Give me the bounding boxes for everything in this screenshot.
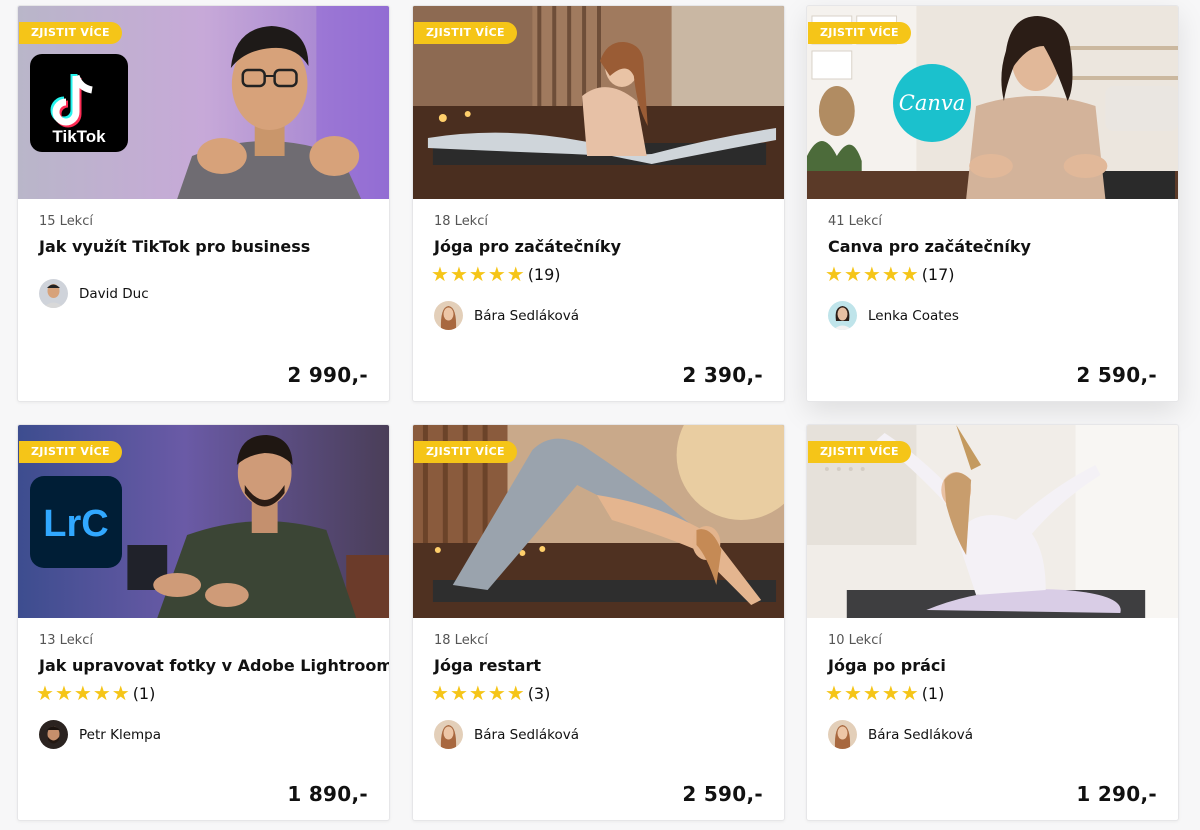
course-title[interactable]: Jak upravovat fotky v Adobe Lightroom — [39, 656, 389, 675]
course-price: 2 590,- — [682, 782, 763, 806]
star-icon: ★ — [487, 681, 506, 705]
canva-logo-icon: Canva — [893, 64, 971, 142]
author-name: Bára Sedláková — [868, 726, 973, 743]
star-icon: ★ — [843, 262, 862, 286]
course-title[interactable]: Jak využít TikTok pro business — [39, 237, 310, 256]
star-icon: ★ — [825, 681, 843, 705]
lesson-count: 18 Lekcí — [434, 214, 488, 229]
star-icon: ★ — [506, 262, 525, 286]
course-author: Lenka Coates — [828, 301, 959, 330]
course-title[interactable]: Jóga restart — [434, 656, 541, 675]
course-card[interactable]: TikTok ZJISTIT VÍCE 15 Lekcí Jak využít … — [17, 5, 390, 402]
course-price: 2 590,- — [1076, 363, 1157, 387]
star-icon: ★ — [468, 681, 487, 705]
course-author: David Duc — [39, 279, 149, 308]
course-title[interactable]: Canva pro začátečníky — [828, 237, 1031, 256]
author-name: Petr Klempa — [79, 726, 162, 743]
course-price: 1 290,- — [1076, 782, 1157, 806]
learn-more-badge[interactable]: ZJISTIT VÍCE — [19, 441, 122, 463]
star-rating: ★ ★ ★ ★ ★ (1) — [825, 683, 944, 703]
learn-more-badge[interactable]: ZJISTIT VÍCE — [414, 22, 517, 44]
avatar — [828, 720, 857, 749]
star-rating: ★ ★ ★ ★ ★ (19) — [431, 264, 561, 284]
course-title[interactable]: Jóga pro začátečníky — [434, 237, 621, 256]
lesson-count: 18 Lekcí — [434, 633, 488, 648]
author-name: Bára Sedláková — [474, 726, 579, 743]
learn-more-badge[interactable]: ZJISTIT VÍCE — [19, 22, 122, 44]
star-icon: ★ — [36, 681, 54, 705]
canva-logo-text: Canva — [899, 91, 966, 115]
star-icon: ★ — [54, 681, 73, 705]
star-icon: ★ — [92, 681, 111, 705]
author-name: David Duc — [79, 285, 149, 302]
star-icon: ★ — [431, 262, 449, 286]
star-icon: ★ — [843, 681, 862, 705]
rating-count: (19) — [527, 264, 561, 284]
star-icon: ★ — [825, 262, 843, 286]
avatar — [39, 279, 68, 308]
star-icon: ★ — [449, 262, 468, 286]
course-card[interactable]: ZJISTIT VÍCE 10 Lekcí Jóga po práci ★ ★ ★ ★… — [806, 424, 1179, 821]
course-card[interactable]: Adobe LrC ZJISTIT VÍCE 13 Lekcí Jak upra… — [17, 424, 390, 821]
star-icon: ★ — [73, 681, 92, 705]
lesson-count: 15 Lekcí — [39, 214, 93, 229]
avatar — [434, 301, 463, 330]
course-card[interactable]: ZJISTIT VÍCE 18 Lekcí Jóga pro začáteční… — [412, 5, 785, 402]
star-icon: ★ — [506, 681, 525, 705]
star-icon: ★ — [111, 681, 130, 705]
star-icon: ★ — [862, 681, 881, 705]
lightroom-logo-icon: LrC — [30, 476, 122, 568]
tiktok-logo-icon: TikTok — [30, 54, 128, 152]
star-icon: ★ — [900, 681, 919, 705]
course-title[interactable]: Jóga po práci — [828, 656, 946, 675]
star-rating: ★ ★ ★ ★ ★ (1) — [36, 683, 155, 703]
learn-more-badge[interactable]: ZJISTIT VÍCE — [808, 22, 911, 44]
course-price: 2 990,- — [287, 363, 368, 387]
lesson-count: 10 Lekcí — [828, 633, 882, 648]
avatar — [39, 720, 68, 749]
avatar — [434, 720, 463, 749]
learn-more-badge[interactable]: ZJISTIT VÍCE — [808, 441, 911, 463]
lesson-count: 41 Lekcí — [828, 214, 882, 229]
tiktok-logo-text: TikTok — [52, 127, 106, 146]
star-icon: ★ — [468, 262, 487, 286]
rating-count: (1) — [921, 683, 945, 703]
course-author: Petr Klempa — [39, 720, 161, 749]
star-icon: ★ — [881, 681, 900, 705]
star-icon: ★ — [487, 262, 506, 286]
course-price: 2 390,- — [682, 363, 763, 387]
course-author: Bára Sedláková — [434, 301, 579, 330]
rating-count: (1) — [132, 683, 156, 703]
course-author: Bára Sedláková — [434, 720, 579, 749]
course-author: Bára Sedláková — [828, 720, 973, 749]
avatar — [828, 301, 857, 330]
star-icon: ★ — [431, 681, 449, 705]
rating-count: (17) — [921, 264, 955, 284]
star-rating: ★ ★ ★ ★ ★ (3) — [431, 683, 550, 703]
rating-count: (3) — [527, 683, 551, 703]
course-price: 1 890,- — [287, 782, 368, 806]
star-icon: ★ — [449, 681, 468, 705]
author-name: Lenka Coates — [868, 307, 959, 324]
star-rating: ★ ★ ★ ★ ★ (17) — [825, 264, 955, 284]
course-card[interactable]: ZJISTIT VÍCE 18 Lekcí Jóga restart ★ ★ ★ ★ ★… — [412, 424, 785, 821]
learn-more-badge[interactable]: ZJISTIT VÍCE — [414, 441, 517, 463]
star-icon: ★ — [900, 262, 919, 286]
course-card[interactable]: Canva ZJISTIT VÍCE 41 Lekcí Canva pro za… — [806, 5, 1179, 402]
star-icon: ★ — [862, 262, 881, 286]
lesson-count: 13 Lekcí — [39, 633, 93, 648]
star-icon: ★ — [881, 262, 900, 286]
lightroom-logo-text: LrC — [43, 503, 108, 545]
author-name: Bára Sedláková — [474, 307, 579, 324]
